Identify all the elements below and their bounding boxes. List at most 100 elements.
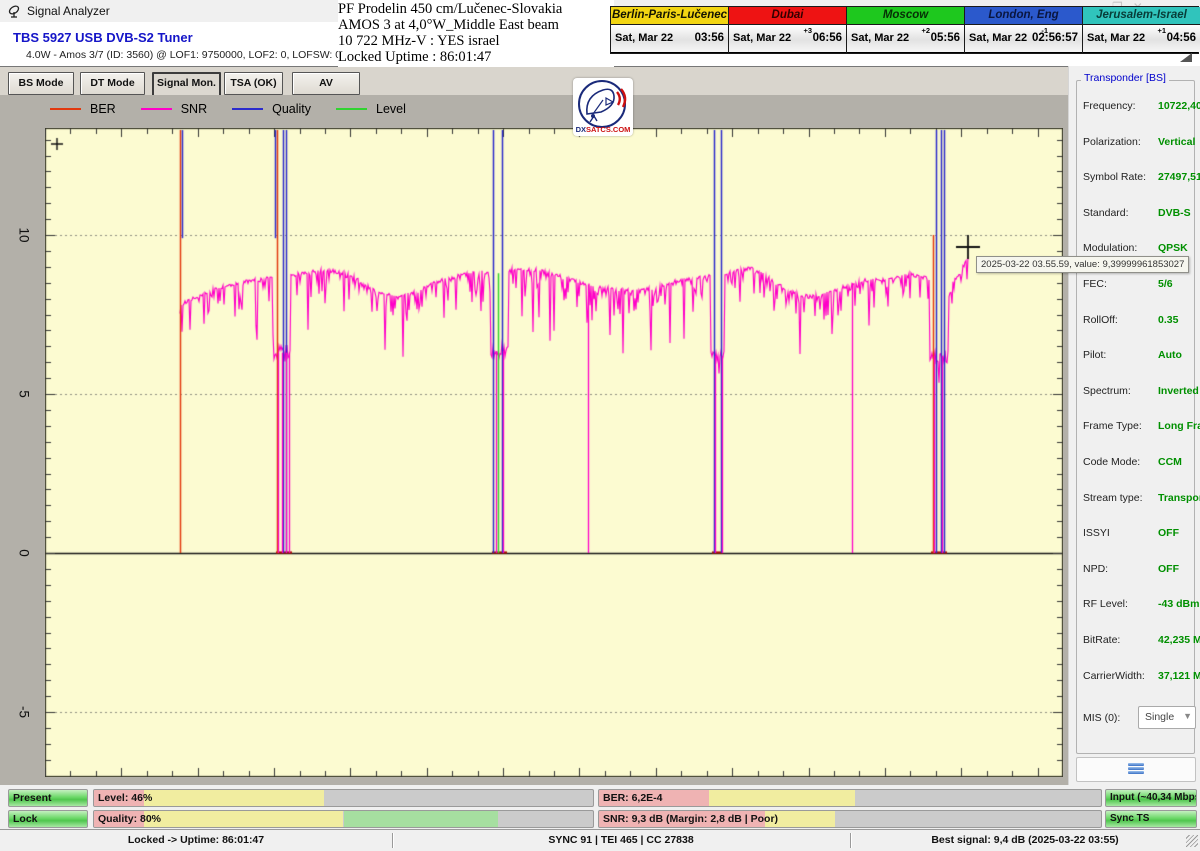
mis-select[interactable]: Single ▼ (1138, 706, 1196, 729)
logo-text: DXSATCS.COM (573, 125, 633, 134)
clock-date: Sat, Mar 22 (733, 32, 791, 44)
tab-label: TSA (OK) (225, 73, 282, 93)
clock-london-eng: London, EngSat, Mar 22-102:56:57 (965, 7, 1083, 53)
indicator-bar-input-40-34-mbps: Input (~40,34 Mbps) (1105, 789, 1197, 807)
clock-moscow: MoscowSat, Mar 22+205:56 (847, 7, 965, 53)
clock-city: Dubai (729, 7, 846, 25)
status-cell: Best signal: 9,4 dB (2025-03-22 03:55) (850, 830, 1200, 851)
indicator-bar-lock: Lock (8, 810, 88, 828)
y-axis-label: 0 (17, 549, 32, 557)
clock-date: Sat, Mar 22 (851, 32, 909, 44)
legend-line (50, 108, 81, 110)
tp-value-code-mode: CCM (1158, 456, 1182, 468)
clock-widget-grip-icon[interactable] (1180, 53, 1192, 62)
indicator-bar-present: Present (8, 789, 88, 807)
signal-chart-canvas[interactable] (45, 128, 1063, 777)
clock-city: Jerusalem-Israel (1083, 7, 1200, 25)
tuner-title: TBS 5927 USB DVB-S2 Tuner (13, 30, 193, 45)
info-line: Locked Uptime : 86:01:47 (338, 49, 614, 65)
bar-label: SNR: 9,3 dB (Margin: 2,8 dB | Poor) (603, 813, 778, 825)
title-bar: Signal Analyzer (0, 0, 338, 22)
clock-body: Sat, Mar 22-102:56:57 (965, 25, 1082, 52)
tab-label: BS Mode (9, 73, 73, 93)
status-text: Best signal: 9,4 dB (2025-03-22 03:55) (850, 830, 1200, 850)
clock-time: 06:56 (813, 32, 842, 44)
tab-av-opening[interactable]: AV (Opening) (292, 72, 360, 95)
status-divider (392, 833, 393, 848)
tp-label-issyi: ISSYI (1083, 527, 1110, 539)
legend-line (336, 108, 367, 110)
legend-label: BER (90, 102, 116, 116)
tp-label-standard: Standard: (1083, 207, 1129, 219)
indicator-bar-sync-ts: Sync TS (1105, 810, 1197, 828)
transponder-title: Transponder [BS] (1081, 72, 1169, 84)
clock-time: 03:56 (695, 32, 724, 44)
indicator-bar-quality: Quality: 80% (93, 810, 594, 828)
clock-berlin-paris-lu-enec: Berlin-Paris-Lučenec Sat, Mar 22 03:56 (611, 7, 729, 53)
bar-label: Present (13, 792, 52, 804)
clock-city: Berlin-Paris-Lučenec (611, 7, 728, 25)
chevron-down-icon: ▼ (1183, 711, 1192, 721)
tab-bs-mode[interactable]: BS Mode (8, 72, 74, 95)
bar-label: Quality: 80% (98, 813, 161, 825)
app-icon (7, 4, 22, 19)
tp-value-npd: OFF (1158, 563, 1179, 575)
bottom-indicator-panel: Present Level: 46% BER: 6,2E-4 Input (~40,3… (0, 785, 1200, 829)
tab-signal-mon[interactable]: Signal Mon. (152, 72, 221, 97)
resize-grip[interactable] (1186, 835, 1198, 847)
tab-label: Signal Mon. (154, 74, 219, 92)
tp-value-pilot: Auto (1158, 349, 1182, 361)
tab-tsa-ok[interactable]: TSA (OK) (224, 72, 283, 95)
indicator-bar-level: Level: 46% (93, 789, 594, 807)
clock-utc-offset: +3 (803, 26, 812, 35)
indicator-bar-snr: SNR: 9,3 dB (Margin: 2,8 dB | Poor) (598, 810, 1102, 828)
tp-value-frequency: 10722,402 MHz (1158, 100, 1200, 112)
tp-value-bitrate: 42,235 Mbit/s (1158, 634, 1200, 646)
tab-label: DT Mode (81, 73, 144, 93)
bar-segment (344, 811, 499, 827)
bar-label: Lock (13, 813, 38, 825)
legend-line (232, 108, 263, 110)
tp-value-rolloff: 0.35 (1158, 314, 1178, 326)
tp-label-frequency: Frequency: (1083, 100, 1136, 112)
sidebar-action-button[interactable] (1076, 757, 1196, 782)
tp-label-carrierwidth: CarrierWidth: (1083, 670, 1145, 682)
bar-label: BER: 6,2E-4 (603, 792, 663, 804)
clock-date: Sat, Mar 22 (615, 32, 673, 44)
clock-utc-offset: +1 (1157, 26, 1166, 35)
clock-utc-offset: +2 (921, 26, 930, 35)
window-title: Signal Analyzer (27, 4, 110, 18)
legend-label: Level (376, 102, 406, 116)
world-clocks: Berlin-Paris-Lučenec Sat, Mar 22 03:56 Duba… (610, 6, 1199, 54)
status-cell: SYNC 91 | TEI 465 | CC 27838 (392, 830, 850, 851)
legend-line (141, 108, 172, 110)
tp-value-spectrum: Inverted (1158, 385, 1199, 397)
clock-date: Sat, Mar 22 (969, 32, 1027, 44)
tab-dt-mode[interactable]: DT Mode (80, 72, 145, 95)
dxsatcs-logo: DXSATCS.COM (573, 78, 633, 136)
legend-item-ber: BER (50, 102, 116, 116)
y-axis-label: -5 (17, 706, 32, 718)
mis-value: Single (1145, 711, 1174, 723)
y-axis-label: 5 (17, 390, 32, 398)
tp-label-stream-type: Stream type: (1083, 492, 1143, 504)
tp-value-stream-type: Transport (1158, 492, 1200, 504)
station-info-block: PF Prodelin 450 cm/Lučenec-Slovakia AMOS… (338, 0, 614, 67)
y-axis-label: 10 (17, 227, 32, 242)
legend-label: SNR (181, 102, 207, 116)
tp-value-standard: DVB-S (1158, 207, 1191, 219)
clock-body: Sat, Mar 22+104:56 (1083, 25, 1200, 52)
tp-value-polarization: Vertical (1158, 136, 1195, 148)
info-line: 10 722 MHz-V : YES israel (338, 33, 614, 49)
info-line: PF Prodelin 450 cm/Lučenec-Slovakia (338, 1, 614, 17)
tp-label-symbol-rate: Symbol Rate: (1083, 171, 1146, 183)
clock-body: Sat, Mar 22 +205:56 (847, 25, 964, 52)
tp-value-symbol-rate: 27497,512 KS/s (1158, 171, 1200, 183)
clock-time: 05:56 (931, 32, 960, 44)
tp-label-spectrum: Spectrum: (1083, 385, 1131, 397)
bar-label: Sync TS (1110, 813, 1149, 824)
clock-date: Sat, Mar 22 (1087, 32, 1145, 44)
tp-value-issyi: OFF (1158, 527, 1179, 539)
tp-label-code-mode: Code Mode: (1083, 456, 1140, 468)
tuner-subtitle: 4.0W - Amos 3/7 (ID: 3560) @ LOF1: 97500… (26, 49, 341, 61)
